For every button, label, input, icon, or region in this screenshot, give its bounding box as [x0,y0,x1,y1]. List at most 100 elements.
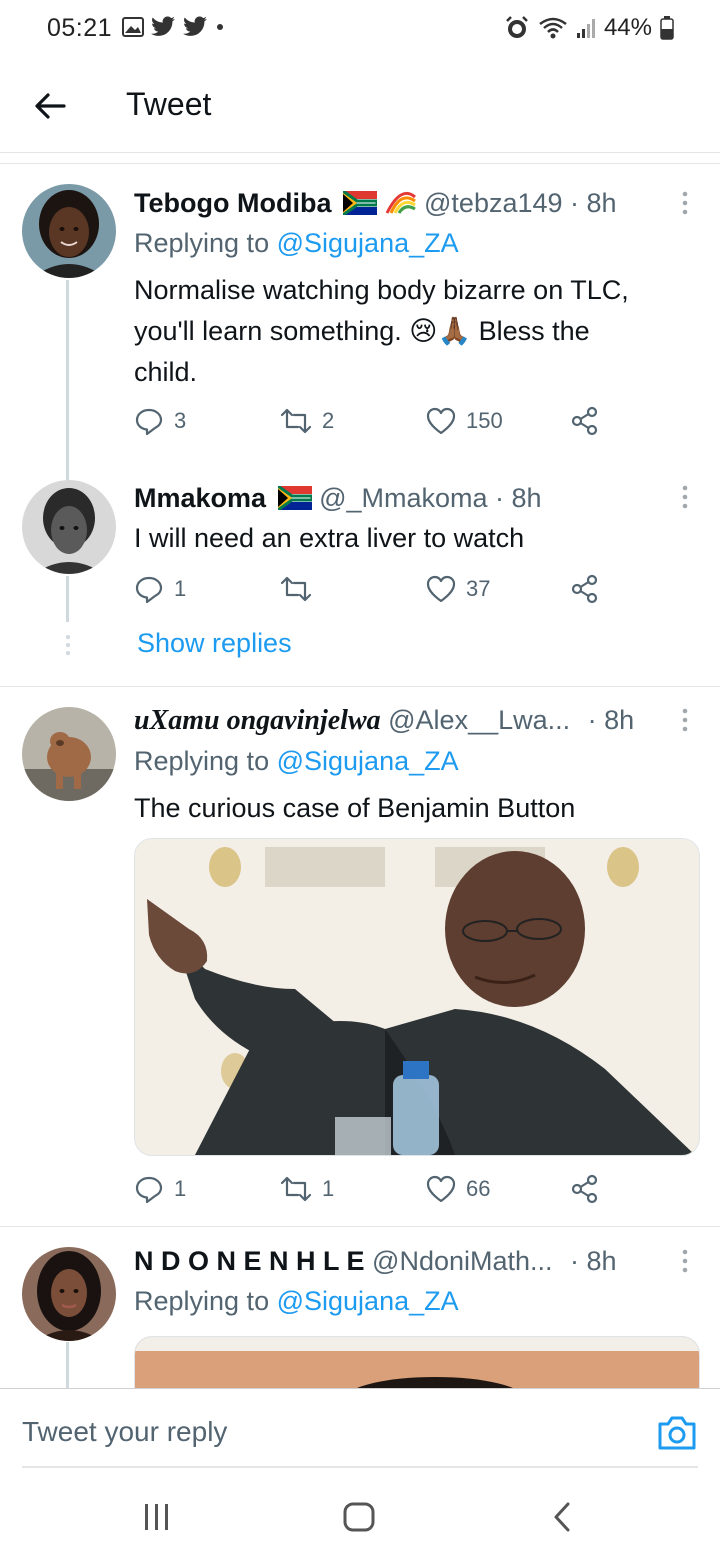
author-handle[interactable]: @tebza149 [424,188,563,218]
signal-icon [576,19,595,38]
battery-icon [660,16,674,40]
tweet-media[interactable] [134,838,700,1156]
back-button[interactable] [30,86,70,126]
heart-icon [426,407,456,435]
reply-underline [22,1466,698,1468]
retweet-count: 2 [322,408,335,433]
replying-to-label: Replying to [134,228,270,258]
heart-icon [426,1175,456,1203]
like-button[interactable]: 66 [426,1175,570,1203]
reply-button[interactable]: 3 [134,406,280,436]
retweet-button[interactable]: 2 [280,408,426,434]
reply-button[interactable]: 1 [134,1174,280,1204]
share-button[interactable] [570,574,600,604]
retweet-icon [280,1176,312,1202]
mention-link[interactable]: @Sigujana_ZA [277,746,459,776]
author-handle[interactable]: @Alex__Lwa... [388,705,570,735]
more-options-icon[interactable] [680,707,690,733]
south-africa-flag-icon [276,484,314,512]
section-divider [0,163,720,164]
like-count: 66 [466,1176,491,1201]
tweet-actions: 1 1 66 [134,1174,600,1204]
twitter-bird-icon [183,16,207,36]
author-name[interactable]: Tebogo Modiba [134,188,331,218]
status-right-icons: 44% [504,14,674,42]
gallery-icon [122,17,144,37]
share-icon [571,574,598,604]
tweet-actions: 3 2 150 [134,406,600,436]
retweet-button[interactable] [280,576,426,602]
reply-count: 3 [174,408,187,433]
mention-link[interactable]: @Sigujana_ZA [277,228,459,258]
like-count: 150 [466,408,503,433]
like-button[interactable]: 150 [426,407,570,435]
back-arrow-icon [35,93,66,119]
like-button[interactable]: 37 [426,575,570,603]
page-title: Tweet [126,86,212,122]
alarm-icon [506,16,528,38]
replying-to: Replying to @Sigujana_ZA [134,1286,459,1317]
back-nav-icon[interactable] [550,1500,574,1534]
show-replies-link[interactable]: Show replies [137,628,292,659]
more-options-icon[interactable] [680,190,690,216]
tweet-text: The curious case of Benjamin Button [134,793,576,823]
author-name[interactable]: N D O N E N H L E [134,1246,365,1276]
mention-link[interactable]: @Sigujana_ZA [277,1286,459,1316]
camera-button[interactable] [656,1414,698,1452]
reply-icon [135,408,163,436]
home-icon[interactable] [342,1500,376,1534]
status-time: 05:21 [47,14,113,42]
like-count: 37 [466,576,491,601]
tweet-text: Normalise watching body bizarre on TLC, … [134,270,694,393]
reply-input[interactable]: Tweet your reply [22,1416,227,1448]
replying-to: Replying to @Sigujana_ZA [134,228,459,259]
tweet-header: Tebogo Modiba @tebza149 · 8h [134,186,617,220]
thread-dots-icon [66,635,70,655]
tweet-actions: 1 37 [134,574,600,604]
heart-icon [426,575,456,603]
author-name[interactable]: uXamu ongavinjelwa [134,705,381,736]
tweet-divider [0,1226,720,1227]
retweet-icon [280,408,312,434]
dot-icon [217,24,223,30]
more-options-icon[interactable] [680,484,690,510]
replying-to: Replying to @Sigujana_ZA [134,746,459,777]
more-options-icon[interactable] [680,1248,690,1274]
tweet-header: N D O N E N H L E @NdoniMath... · 8h [134,1244,617,1278]
tweet-text-line: you'll learn something. 😢🙏🏾 Bless the [134,316,590,346]
avatar[interactable] [22,184,116,278]
avatar-image [22,480,116,574]
share-icon [571,1174,598,1204]
thread-line [66,280,69,480]
reply-icon [135,576,163,604]
tweet-time: · 8h [587,705,635,735]
share-button[interactable] [570,1174,600,1204]
avatar[interactable] [22,707,116,801]
replying-to-label: Replying to [134,746,270,776]
twitter-bird-icon [151,16,175,36]
tweet-text-line: child. [134,357,198,387]
avatar[interactable] [22,1247,116,1341]
reply-count: 1 [174,576,187,601]
reply-button[interactable]: 1 [134,574,280,604]
tweet-divider [0,686,720,687]
avatar-image [22,1247,116,1341]
author-handle[interactable]: @_Mmakoma [319,483,487,513]
tweet-time: · 8h [495,483,542,513]
tweet-header: Mmakoma @_Mmakoma · 8h [134,481,542,515]
replying-to-label: Replying to [134,1286,270,1316]
retweet-count: 1 [322,1176,335,1201]
avatar[interactable] [22,480,116,574]
retweet-button[interactable]: 1 [280,1176,426,1202]
thread-line [66,1342,69,1388]
recent-apps-icon[interactable] [142,1500,172,1534]
camera-icon [658,1416,696,1450]
author-handle[interactable]: @NdoniMath... [372,1246,552,1276]
tweet-text-line: Normalise watching body bizarre on TLC, [134,275,629,305]
tweet-header: uXamu ongavinjelwa @Alex__Lwa... · 8h [134,703,634,738]
avatar-image [22,707,116,801]
share-button[interactable] [570,406,600,436]
author-name[interactable]: Mmakoma [134,483,266,513]
reply-bar-divider [0,1388,720,1389]
reply-count: 1 [174,1176,187,1201]
